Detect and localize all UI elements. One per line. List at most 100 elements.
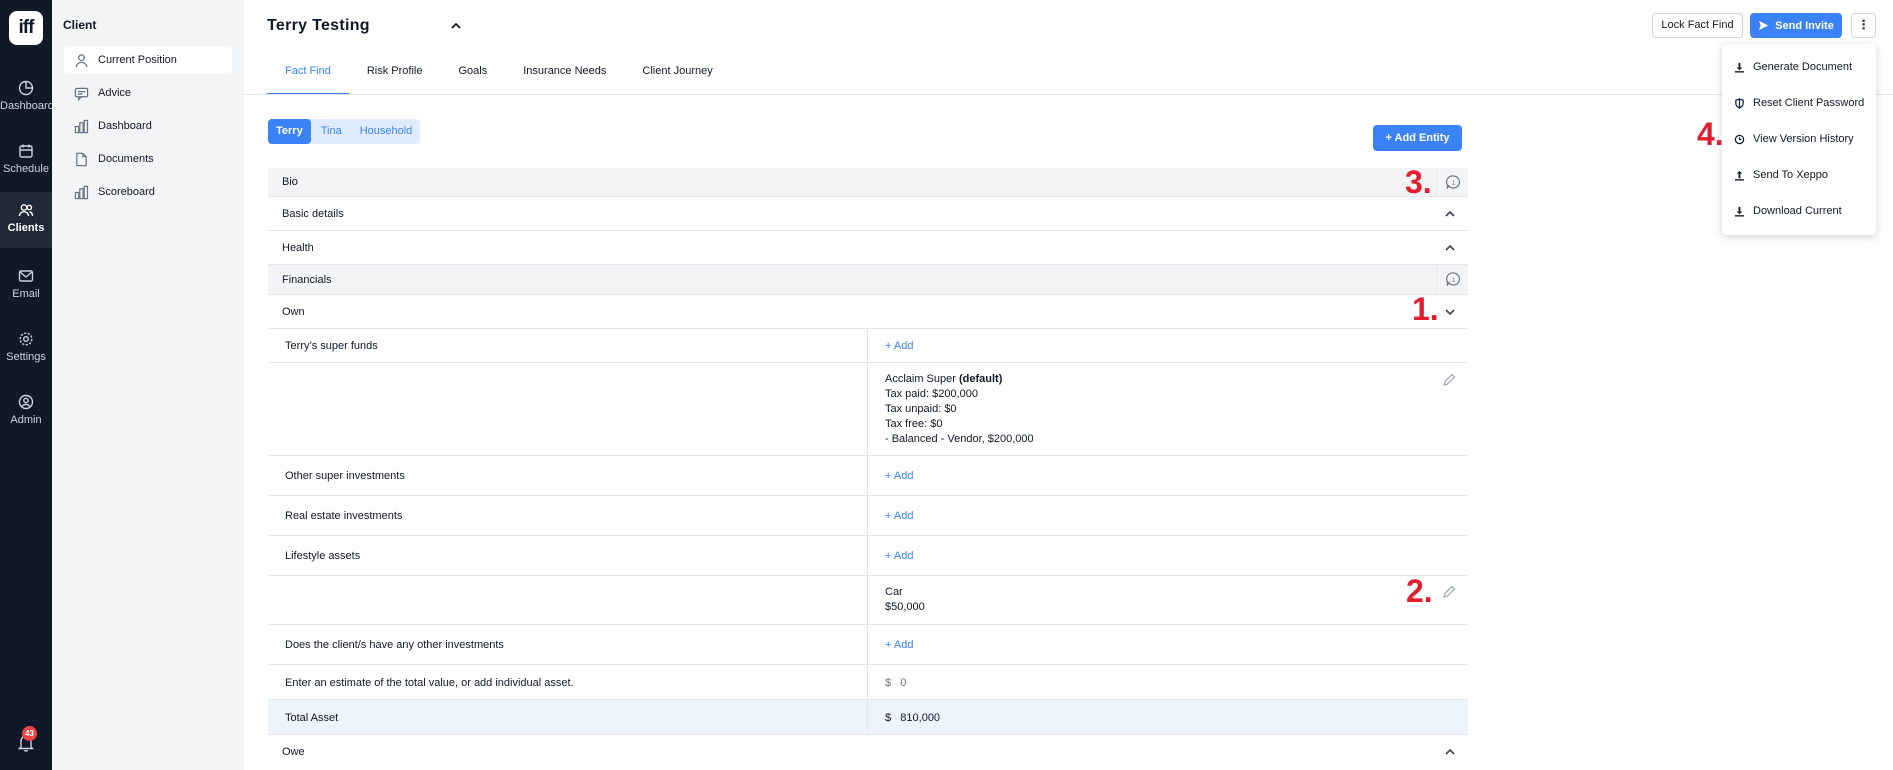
section-own[interactable]: Own	[268, 295, 1468, 329]
tab-insurance-needs[interactable]: Insurance Needs	[505, 55, 624, 95]
tab-client-journey[interactable]: Client Journey	[624, 55, 730, 95]
section-label: Bio	[282, 176, 298, 188]
add-real-estate-link[interactable]: + Add	[885, 510, 913, 522]
annotation-marker-3: 3.	[1405, 164, 1432, 200]
tax-free: Tax free: $0	[885, 418, 943, 430]
client-sidebar: Client Current Position Advice Dashboard…	[52, 0, 244, 770]
download-icon	[1734, 206, 1745, 217]
section-label: Owe	[282, 746, 305, 758]
section-financials[interactable]: Financials 1	[268, 265, 1468, 295]
send-icon	[1759, 20, 1769, 31]
asset-name: Car	[885, 586, 903, 598]
add-entity-button[interactable]: + Add Entity	[1373, 125, 1462, 151]
column-divider	[867, 456, 868, 495]
sidebar-item-current-position[interactable]: Current Position	[64, 46, 232, 74]
row-other-investments: Does the client/s have any other investm…	[268, 625, 1468, 665]
column-divider	[867, 496, 868, 535]
chevron-up-icon[interactable]	[1444, 242, 1456, 254]
tax-unpaid: Tax unpaid: $0	[885, 403, 957, 415]
row-lifestyle: Lifestyle assets + Add	[268, 536, 1468, 576]
rail-item-settings[interactable]: Settings	[0, 321, 52, 377]
menu-item-send-to-xeppo[interactable]: Send To Xeppo	[1734, 169, 1828, 181]
send-invite-label: Send Invite	[1775, 19, 1834, 32]
section-bio[interactable]: Bio 1	[268, 168, 1468, 197]
column-divider	[867, 625, 868, 664]
chevron-down-icon[interactable]	[1444, 306, 1456, 318]
tab-risk-profile[interactable]: Risk Profile	[349, 55, 441, 95]
lock-fact-find-button[interactable]: Lock Fact Find	[1652, 13, 1743, 38]
menu-item-label: Send To Xeppo	[1753, 169, 1829, 181]
section-owe[interactable]: Owe	[268, 735, 1468, 769]
section-label: Basic details	[282, 208, 344, 220]
column-divider	[867, 576, 868, 624]
entity-pill-household[interactable]: Household	[352, 119, 421, 144]
entity-pill-tina[interactable]: Tina	[313, 119, 350, 144]
chat-icon	[74, 87, 89, 101]
sidebar-item-scoreboard[interactable]: Scoreboard	[64, 178, 232, 206]
row-label: Terry’s super funds	[285, 340, 378, 352]
column-divider	[867, 536, 868, 575]
calendar-icon	[19, 144, 33, 158]
add-super-fund-link[interactable]: + Add	[885, 340, 913, 352]
column-divider	[867, 665, 868, 699]
row-estimate: Enter an estimate of the total value, or…	[268, 665, 1468, 700]
app-logo[interactable]: iff	[9, 11, 43, 45]
row-label: Does the client/s have any other investm…	[285, 639, 504, 651]
pencil-icon[interactable]	[1442, 373, 1456, 387]
add-lifestyle-link[interactable]: + Add	[885, 550, 913, 562]
lifestyle-detail: Car $50,000	[885, 585, 925, 615]
notification-badge: 43	[22, 726, 37, 741]
comment-icon[interactable]: 1	[1445, 271, 1462, 288]
total-asset-value: $ 810,000	[885, 712, 941, 724]
investment-option: - Balanced - Vendor, $200,000	[885, 433, 1034, 445]
menu-item-generate-document[interactable]: Generate Document	[1734, 61, 1852, 73]
clock-icon	[1734, 134, 1745, 144]
rail-item-schedule[interactable]: Schedule	[0, 133, 52, 189]
more-options-menu: Generate Document Reset Client Password …	[1722, 44, 1876, 235]
super-fund-name: Acclaim Super	[885, 373, 956, 385]
rail-item-dashboard[interactable]: Dashboard	[0, 70, 54, 126]
comment-count: 1	[1452, 181, 1456, 187]
document-icon	[76, 152, 87, 166]
upload-icon	[1734, 170, 1745, 181]
sidebar-item-dashboard[interactable]: Dashboard	[64, 112, 232, 140]
entity-pill-terry[interactable]: Terry	[268, 119, 311, 144]
more-options-button[interactable]: ⋮	[1851, 13, 1876, 38]
rail-label: Admin	[10, 414, 42, 426]
bar-chart-icon	[74, 119, 89, 133]
rail-item-admin[interactable]: Admin	[0, 384, 52, 440]
comment-count: 1	[1452, 278, 1456, 284]
menu-item-label: Download Current	[1753, 205, 1842, 217]
menu-item-download-current[interactable]: Download Current	[1734, 205, 1842, 217]
sidebar-item-advice[interactable]: Advice	[64, 79, 232, 107]
tab-fact-find[interactable]: Fact Find	[267, 55, 349, 95]
send-invite-button[interactable]: Send Invite	[1750, 13, 1842, 38]
section-basic-details[interactable]: Basic details	[268, 197, 1468, 231]
mail-icon	[18, 270, 34, 282]
pencil-icon[interactable]	[1442, 585, 1456, 599]
comment-icon[interactable]: 1	[1445, 174, 1462, 191]
entity-switcher: Terry Tina Household	[268, 119, 421, 144]
chevron-up-icon[interactable]	[1444, 208, 1456, 220]
column-divider	[867, 363, 868, 455]
row-other-super: Other super investments + Add	[268, 456, 1468, 496]
estimate-input[interactable]: $ 0	[885, 677, 906, 689]
chevron-up-icon[interactable]	[449, 19, 463, 33]
chevron-up-icon[interactable]	[1444, 746, 1456, 758]
menu-item-version-history[interactable]: View Version History	[1734, 133, 1854, 145]
row-super-funds: Terry’s super funds + Add	[268, 329, 1468, 363]
tab-goals[interactable]: Goals	[440, 55, 505, 95]
user-icon	[75, 53, 88, 67]
menu-item-reset-password[interactable]: Reset Client Password	[1734, 97, 1864, 109]
sidebar-item-label: Scoreboard	[98, 186, 155, 198]
rail-item-clients[interactable]: Clients	[0, 192, 52, 248]
add-other-investment-link[interactable]: + Add	[885, 639, 913, 651]
section-label: Own	[282, 306, 305, 318]
row-label: Enter an estimate of the total value, or…	[285, 677, 574, 689]
sidebar-item-documents[interactable]: Documents	[64, 145, 232, 173]
add-other-super-link[interactable]: + Add	[885, 470, 913, 482]
app-rail: iff Dashboard Schedule Clients Email Set…	[0, 0, 54, 770]
rail-item-email[interactable]: Email	[0, 258, 52, 314]
section-health[interactable]: Health	[268, 231, 1468, 265]
rail-label: Schedule	[3, 163, 49, 175]
